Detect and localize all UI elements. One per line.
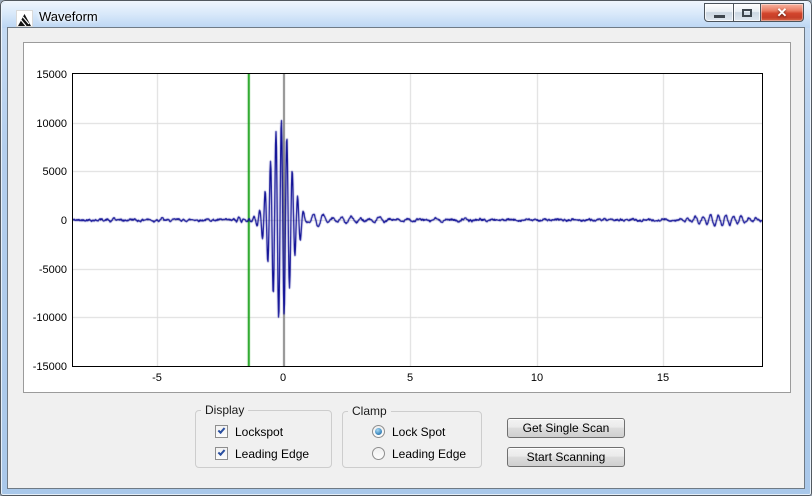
checkmark-icon <box>218 426 226 434</box>
y-tick-label: -10000 <box>8 311 67 325</box>
radio-selected-dot <box>375 428 382 435</box>
striped-triangle-logo-icon <box>16 10 33 27</box>
clamp-groupbox: Clamp Lock Spot Leading Edge <box>342 411 482 468</box>
window-title: Waveform <box>39 9 98 24</box>
close-icon: ✕ <box>777 6 788 19</box>
display-groupbox: Display Lockspot Leading Edge <box>195 410 332 468</box>
y-tick-label: 15000 <box>8 68 67 82</box>
lock-spot-radio[interactable] <box>372 425 385 438</box>
start-scanning-button[interactable]: Start Scanning <box>507 447 625 467</box>
waveform-window: Waveform ✕ 15000 10000 5000 0 -5000 -100… <box>0 0 812 496</box>
x-tick-label: 10 <box>515 371 559 385</box>
display-group-label: Display <box>201 403 248 418</box>
y-tick-label: -5000 <box>8 263 67 277</box>
leading-edge-checkbox[interactable] <box>215 447 228 460</box>
maximize-button[interactable] <box>733 3 761 22</box>
waveform-plot <box>72 73 763 367</box>
leading-edge-radio[interactable] <box>372 447 385 460</box>
checkmark-icon <box>218 448 226 456</box>
y-tick-label: 0 <box>8 214 67 228</box>
minimize-button[interactable] <box>704 3 734 22</box>
leading-edge-radio-label[interactable]: Leading Edge <box>392 447 466 461</box>
leading-edge-checkbox-label[interactable]: Leading Edge <box>235 447 309 461</box>
client-area: 15000 10000 5000 0 -5000 -10000 -15000 -… <box>8 28 804 488</box>
x-tick-label: -5 <box>135 371 179 385</box>
x-tick-label: 5 <box>388 371 432 385</box>
clamp-group-label: Clamp <box>348 404 391 419</box>
x-tick-label: 15 <box>641 371 685 385</box>
y-tick-label: 5000 <box>8 165 67 179</box>
y-tick-label: -15000 <box>8 360 67 374</box>
x-tick-label: 0 <box>261 371 305 385</box>
lockspot-checkbox-label[interactable]: Lockspot <box>235 425 283 439</box>
lockspot-checkbox[interactable] <box>215 425 228 438</box>
y-tick-label: 10000 <box>8 117 67 131</box>
close-button[interactable]: ✕ <box>760 3 804 22</box>
window-controls: ✕ <box>705 3 804 22</box>
minimize-icon <box>714 15 725 18</box>
get-single-scan-button[interactable]: Get Single Scan <box>507 418 625 438</box>
maximize-icon <box>742 9 752 17</box>
title-bar[interactable]: Waveform ✕ <box>2 2 810 28</box>
lock-spot-radio-label[interactable]: Lock Spot <box>392 425 445 439</box>
